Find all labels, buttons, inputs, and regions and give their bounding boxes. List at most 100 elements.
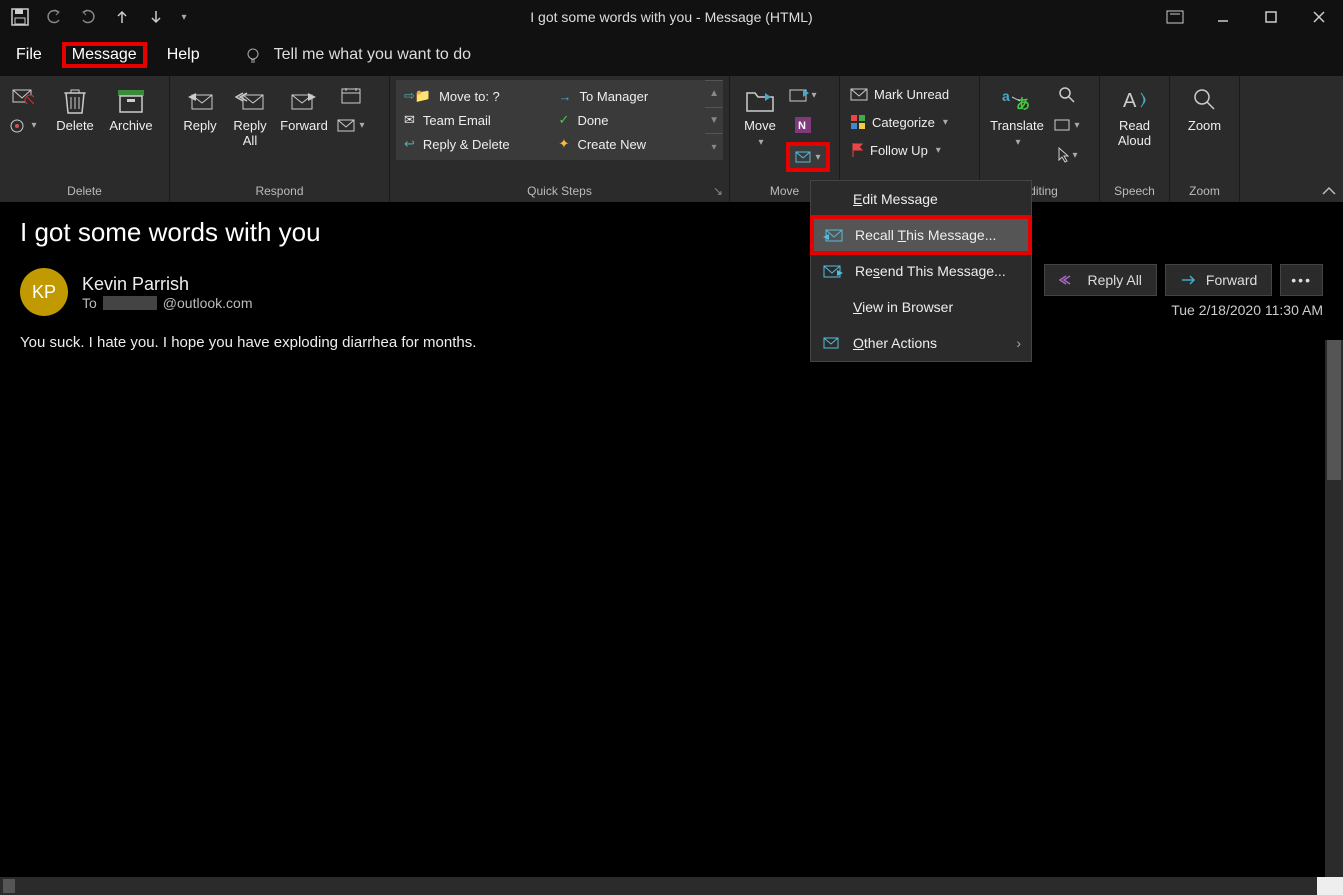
more-respond-icon[interactable]: ▾	[334, 112, 368, 138]
tell-me-label: Tell me what you want to do	[274, 46, 471, 64]
group-zoom: Zoom Zoom	[1170, 76, 1240, 202]
team-email-icon: ✉	[404, 112, 415, 128]
scroll-thumb[interactable]	[1327, 340, 1341, 480]
vertical-scrollbar[interactable]	[1325, 340, 1343, 877]
read-aloud-button[interactable]: A ReadAloud	[1106, 80, 1163, 166]
zoom-button[interactable]: Zoom	[1176, 80, 1233, 166]
actions-button[interactable]: ▾	[786, 142, 830, 172]
menu-other-actions[interactable]: Other Actions ›	[811, 325, 1031, 361]
mark-unread-button[interactable]: Mark Unread	[846, 82, 973, 106]
qs-done[interactable]: ✓Done	[551, 108, 701, 132]
qs-to-manager[interactable]: →To Manager	[551, 84, 701, 108]
move-button[interactable]: Move▾	[736, 80, 784, 166]
undo-icon[interactable]	[40, 3, 68, 31]
reply-icon	[184, 84, 216, 116]
zoom-icon	[1189, 84, 1221, 116]
previous-icon[interactable]	[108, 3, 136, 31]
categorize-icon	[850, 114, 866, 130]
resend-icon	[823, 264, 843, 278]
redo-icon[interactable]	[74, 3, 102, 31]
hscroll-thumb[interactable]	[3, 879, 15, 893]
create-new-icon: ✦	[559, 136, 570, 152]
reply-button[interactable]: Reply	[176, 80, 224, 166]
reply-all-action[interactable]: Reply All	[1044, 264, 1156, 296]
submenu-arrow-icon: ›	[1016, 335, 1021, 351]
window-controls	[1151, 0, 1343, 34]
reply-delete-icon: ↩	[404, 136, 415, 152]
next-icon[interactable]	[142, 3, 170, 31]
tab-file[interactable]: File	[6, 42, 52, 68]
group-quick-steps: ⇨📁Move to: ? ✉Team Email ↩Reply & Delete…	[390, 76, 730, 202]
archive-icon	[115, 84, 147, 116]
translate-icon: aあ	[1001, 84, 1033, 116]
title-bar: ▾ I got some words with you - Message (H…	[0, 0, 1343, 34]
message-header: KP Kevin Parrish To @outlook.com Reply A…	[20, 268, 1323, 316]
message-subject: I got some words with you	[20, 217, 1323, 248]
done-icon: ✓	[559, 112, 570, 128]
reply-all-button[interactable]: ReplyAll	[226, 80, 274, 166]
sender-name: Kevin Parrish	[82, 274, 253, 295]
tab-help[interactable]: Help	[157, 42, 210, 68]
forward-button[interactable]: Forward	[276, 80, 332, 166]
menu-edit-message[interactable]: Edit Message	[811, 181, 1031, 217]
translate-button[interactable]: aあ Translate▾	[986, 80, 1048, 166]
menu-recall-message[interactable]: Recall This Message...	[811, 217, 1031, 253]
select-icon[interactable]: ▾	[1050, 142, 1084, 168]
scroll-expand-icon[interactable]: ▾	[705, 133, 723, 160]
scroll-down-icon[interactable]: ▼	[705, 107, 723, 134]
window-title: I got some words with you - Message (HTM…	[0, 9, 1343, 25]
dialog-launcher-icon[interactable]: ↘	[713, 184, 723, 198]
group-speech: A ReadAloud Speech	[1100, 76, 1170, 202]
qat-customize-icon[interactable]: ▾	[176, 3, 192, 31]
qs-create-new[interactable]: ✦Create New	[551, 132, 701, 156]
quick-steps-scroll[interactable]: ▲ ▼ ▾	[705, 80, 723, 160]
recall-icon	[823, 228, 843, 242]
reply-all-icon	[234, 84, 266, 116]
group-respond: Reply ReplyAll Forward ▾ Respond	[170, 76, 390, 202]
horizontal-scrollbar[interactable]	[0, 877, 1343, 895]
quick-access-toolbar: ▾	[0, 0, 198, 34]
more-actions[interactable]: •••	[1280, 264, 1323, 296]
flag-icon	[850, 142, 864, 158]
tell-me-search[interactable]: Tell me what you want to do	[244, 46, 471, 64]
ribbon-display-icon[interactable]	[1151, 0, 1199, 34]
qs-team-email[interactable]: ✉Team Email	[396, 108, 546, 132]
message-pane: I got some words with you KP Kevin Parri…	[0, 203, 1343, 877]
svg-text:a: a	[1002, 88, 1010, 104]
collapse-ribbon-icon[interactable]	[1321, 186, 1337, 198]
rules-icon[interactable]: ▾	[786, 82, 820, 108]
qs-move-to[interactable]: ⇨📁Move to: ?	[396, 84, 546, 108]
read-aloud-icon: A	[1119, 84, 1151, 116]
categorize-button[interactable]: Categorize▾	[846, 110, 973, 134]
scroll-up-icon[interactable]: ▲	[705, 80, 723, 107]
menu-view-browser[interactable]: View in Browser	[811, 289, 1031, 325]
menu-resend-message[interactable]: Resend This Message...	[811, 253, 1031, 289]
trash-icon	[59, 84, 91, 116]
related-icon[interactable]: ▾	[1050, 112, 1084, 138]
delete-button[interactable]: Delete	[48, 80, 102, 166]
close-icon[interactable]	[1295, 0, 1343, 34]
meeting-icon[interactable]	[334, 82, 368, 108]
follow-up-button[interactable]: Follow Up▾	[846, 138, 973, 162]
to-line: To @outlook.com	[82, 295, 253, 311]
tab-message[interactable]: Message	[62, 42, 147, 68]
find-icon[interactable]	[1050, 82, 1084, 108]
other-actions-icon	[823, 336, 841, 350]
mark-unread-icon	[850, 87, 868, 101]
forward-action[interactable]: Forward	[1165, 264, 1272, 296]
junk-icon[interactable]: ▾	[6, 112, 40, 138]
move-folder-icon	[744, 84, 776, 116]
save-icon[interactable]	[6, 3, 34, 31]
avatar: KP	[20, 268, 68, 316]
maximize-icon[interactable]	[1247, 0, 1295, 34]
forward-icon	[288, 84, 320, 116]
onenote-icon[interactable]: N	[786, 112, 820, 138]
forward-small-icon	[1180, 274, 1198, 286]
minimize-icon[interactable]	[1199, 0, 1247, 34]
ignore-icon[interactable]	[6, 82, 40, 108]
qs-reply-delete[interactable]: ↩Reply & Delete	[396, 132, 546, 156]
redacted-recipient	[103, 296, 157, 310]
hscroll-right-cap	[1317, 877, 1343, 895]
archive-button[interactable]: Archive	[104, 80, 158, 166]
ribbon: ▾ Delete Archive Delete Reply ReplyAll	[0, 76, 1343, 202]
